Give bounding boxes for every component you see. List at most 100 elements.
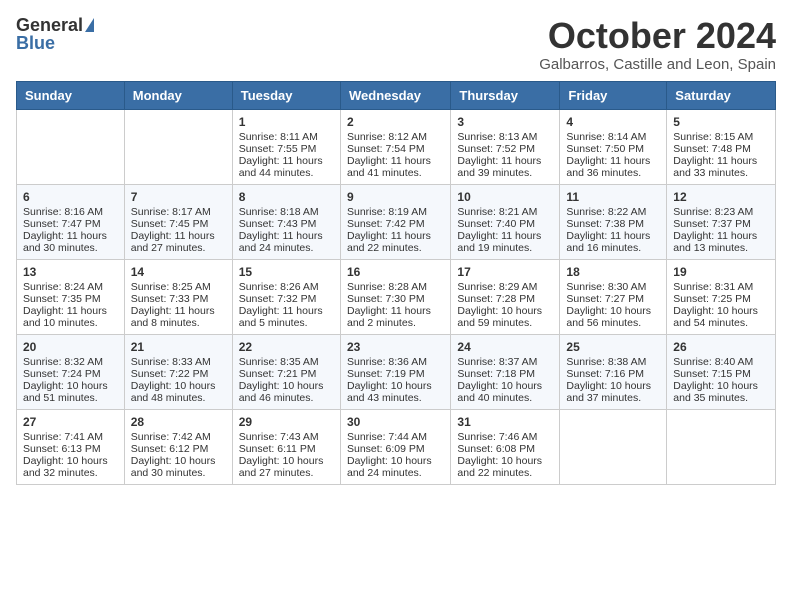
sunrise-text: Sunrise: 8:33 AM <box>131 356 211 368</box>
sunset-text: Sunset: 7:27 PM <box>566 293 644 305</box>
sunset-text: Sunset: 7:40 PM <box>457 218 535 230</box>
sunset-text: Sunset: 7:42 PM <box>347 218 425 230</box>
calendar-week-row: 13Sunrise: 8:24 AMSunset: 7:35 PMDayligh… <box>17 259 776 334</box>
sunrise-text: Sunrise: 8:19 AM <box>347 206 427 218</box>
sunset-text: Sunset: 6:12 PM <box>131 443 209 455</box>
calendar-cell: 28Sunrise: 7:42 AMSunset: 6:12 PMDayligh… <box>124 409 232 484</box>
calendar-cell: 18Sunrise: 8:30 AMSunset: 7:27 PMDayligh… <box>560 259 667 334</box>
sunrise-text: Sunrise: 8:30 AM <box>566 281 646 293</box>
calendar-cell: 22Sunrise: 8:35 AMSunset: 7:21 PMDayligh… <box>232 334 340 409</box>
day-header-sunday: Sunday <box>17 81 125 109</box>
calendar-cell: 5Sunrise: 8:15 AMSunset: 7:48 PMDaylight… <box>667 109 776 184</box>
daylight-text: Daylight: 10 hours and 48 minutes. <box>131 380 216 404</box>
daylight-text: Daylight: 11 hours and 22 minutes. <box>347 230 431 254</box>
daylight-text: Daylight: 11 hours and 24 minutes. <box>239 230 323 254</box>
daylight-text: Daylight: 10 hours and 54 minutes. <box>673 305 758 329</box>
day-number: 10 <box>457 190 553 204</box>
sunset-text: Sunset: 7:43 PM <box>239 218 317 230</box>
daylight-text: Daylight: 10 hours and 35 minutes. <box>673 380 758 404</box>
day-number: 11 <box>566 190 660 204</box>
sunrise-text: Sunrise: 8:26 AM <box>239 281 319 293</box>
sunrise-text: Sunrise: 7:46 AM <box>457 431 537 443</box>
daylight-text: Daylight: 10 hours and 27 minutes. <box>239 455 324 479</box>
calendar-cell: 10Sunrise: 8:21 AMSunset: 7:40 PMDayligh… <box>451 184 560 259</box>
sunrise-text: Sunrise: 8:13 AM <box>457 131 537 143</box>
calendar-cell: 16Sunrise: 8:28 AMSunset: 7:30 PMDayligh… <box>340 259 450 334</box>
sunset-text: Sunset: 7:33 PM <box>131 293 209 305</box>
calendar-cell: 12Sunrise: 8:23 AMSunset: 7:37 PMDayligh… <box>667 184 776 259</box>
calendar-cell <box>17 109 125 184</box>
sunrise-text: Sunrise: 8:18 AM <box>239 206 319 218</box>
sunset-text: Sunset: 7:24 PM <box>23 368 101 380</box>
sunrise-text: Sunrise: 8:14 AM <box>566 131 646 143</box>
day-number: 31 <box>457 415 553 429</box>
calendar-cell: 9 Sunrise: 8:19 AMSunset: 7:42 PMDaylight… <box>340 184 450 259</box>
daylight-text: Daylight: 10 hours and 40 minutes. <box>457 380 542 404</box>
sunset-text: Sunset: 7:48 PM <box>673 143 751 155</box>
month-title: October 2024 <box>539 16 776 56</box>
day-number: 16 <box>347 265 444 279</box>
sunset-text: Sunset: 6:09 PM <box>347 443 425 455</box>
calendar-cell: 15Sunrise: 8:26 AMSunset: 7:32 PMDayligh… <box>232 259 340 334</box>
calendar-week-row: 6Sunrise: 8:16 AMSunset: 7:47 PMDaylight… <box>17 184 776 259</box>
calendar-cell: 24Sunrise: 8:37 AMSunset: 7:18 PMDayligh… <box>451 334 560 409</box>
day-number: 14 <box>131 265 226 279</box>
daylight-text: Daylight: 10 hours and 59 minutes. <box>457 305 542 329</box>
calendar-cell: 27Sunrise: 7:41 AMSunset: 6:13 PMDayligh… <box>17 409 125 484</box>
sunrise-text: Sunrise: 8:22 AM <box>566 206 646 218</box>
sunrise-text: Sunrise: 8:35 AM <box>239 356 319 368</box>
calendar-cell: 6Sunrise: 8:16 AMSunset: 7:47 PMDaylight… <box>17 184 125 259</box>
sunrise-text: Sunrise: 8:21 AM <box>457 206 537 218</box>
daylight-text: Daylight: 11 hours and 2 minutes. <box>347 305 431 329</box>
day-number: 27 <box>23 415 118 429</box>
daylight-text: Daylight: 11 hours and 39 minutes. <box>457 155 541 179</box>
daylight-text: Daylight: 10 hours and 24 minutes. <box>347 455 432 479</box>
day-header-friday: Friday <box>560 81 667 109</box>
day-number: 12 <box>673 190 769 204</box>
sunset-text: Sunset: 7:37 PM <box>673 218 751 230</box>
sunset-text: Sunset: 7:38 PM <box>566 218 644 230</box>
calendar-week-row: 20Sunrise: 8:32 AMSunset: 7:24 PMDayligh… <box>17 334 776 409</box>
sunset-text: Sunset: 7:21 PM <box>239 368 317 380</box>
sunrise-text: Sunrise: 8:32 AM <box>23 356 103 368</box>
sunset-text: Sunset: 7:16 PM <box>566 368 644 380</box>
sunset-text: Sunset: 7:35 PM <box>23 293 101 305</box>
day-number: 6 <box>23 190 118 204</box>
sunrise-text: Sunrise: 7:42 AM <box>131 431 211 443</box>
daylight-text: Daylight: 11 hours and 16 minutes. <box>566 230 650 254</box>
sunrise-text: Sunrise: 8:17 AM <box>131 206 211 218</box>
calendar-cell <box>560 409 667 484</box>
sunrise-text: Sunrise: 8:25 AM <box>131 281 211 293</box>
day-number: 4 <box>566 115 660 129</box>
sunrise-text: Sunrise: 8:40 AM <box>673 356 753 368</box>
calendar-cell: 29Sunrise: 7:43 AMSunset: 6:11 PMDayligh… <box>232 409 340 484</box>
sunrise-text: Sunrise: 8:12 AM <box>347 131 427 143</box>
calendar-cell: 3Sunrise: 8:13 AMSunset: 7:52 PMDaylight… <box>451 109 560 184</box>
sunset-text: Sunset: 7:52 PM <box>457 143 535 155</box>
calendar-cell <box>124 109 232 184</box>
sunset-text: Sunset: 7:32 PM <box>239 293 317 305</box>
sunset-text: Sunset: 7:25 PM <box>673 293 751 305</box>
calendar-header-row: SundayMondayTuesdayWednesdayThursdayFrid… <box>17 81 776 109</box>
calendar-cell: 11 Sunrise: 8:22 AMSunset: 7:38 PMDayligh… <box>560 184 667 259</box>
day-header-saturday: Saturday <box>667 81 776 109</box>
page-header: General Blue October 2024 Galbarros, Cas… <box>16 16 776 73</box>
day-header-thursday: Thursday <box>451 81 560 109</box>
sunrise-text: Sunrise: 8:29 AM <box>457 281 537 293</box>
calendar-cell: 13Sunrise: 8:24 AMSunset: 7:35 PMDayligh… <box>17 259 125 334</box>
logo-general-text: General <box>16 16 83 34</box>
sunset-text: Sunset: 7:54 PM <box>347 143 425 155</box>
sunset-text: Sunset: 7:18 PM <box>457 368 535 380</box>
calendar-week-row: 1Sunrise: 8:11 AMSunset: 7:55 PMDaylight… <box>17 109 776 184</box>
daylight-text: Daylight: 10 hours and 32 minutes. <box>23 455 108 479</box>
day-number: 9 <box>347 190 444 204</box>
sunrise-text: Sunrise: 7:43 AM <box>239 431 319 443</box>
logo-triangle-icon <box>85 18 94 32</box>
sunset-text: Sunset: 7:50 PM <box>566 143 644 155</box>
sunrise-text: Sunrise: 8:24 AM <box>23 281 103 293</box>
sunset-text: Sunset: 6:08 PM <box>457 443 535 455</box>
title-section: October 2024 Galbarros, Castille and Leo… <box>539 16 776 73</box>
calendar-cell: 23Sunrise: 8:36 AMSunset: 7:19 PMDayligh… <box>340 334 450 409</box>
daylight-text: Daylight: 11 hours and 8 minutes. <box>131 305 215 329</box>
calendar-cell: 17Sunrise: 8:29 AMSunset: 7:28 PMDayligh… <box>451 259 560 334</box>
